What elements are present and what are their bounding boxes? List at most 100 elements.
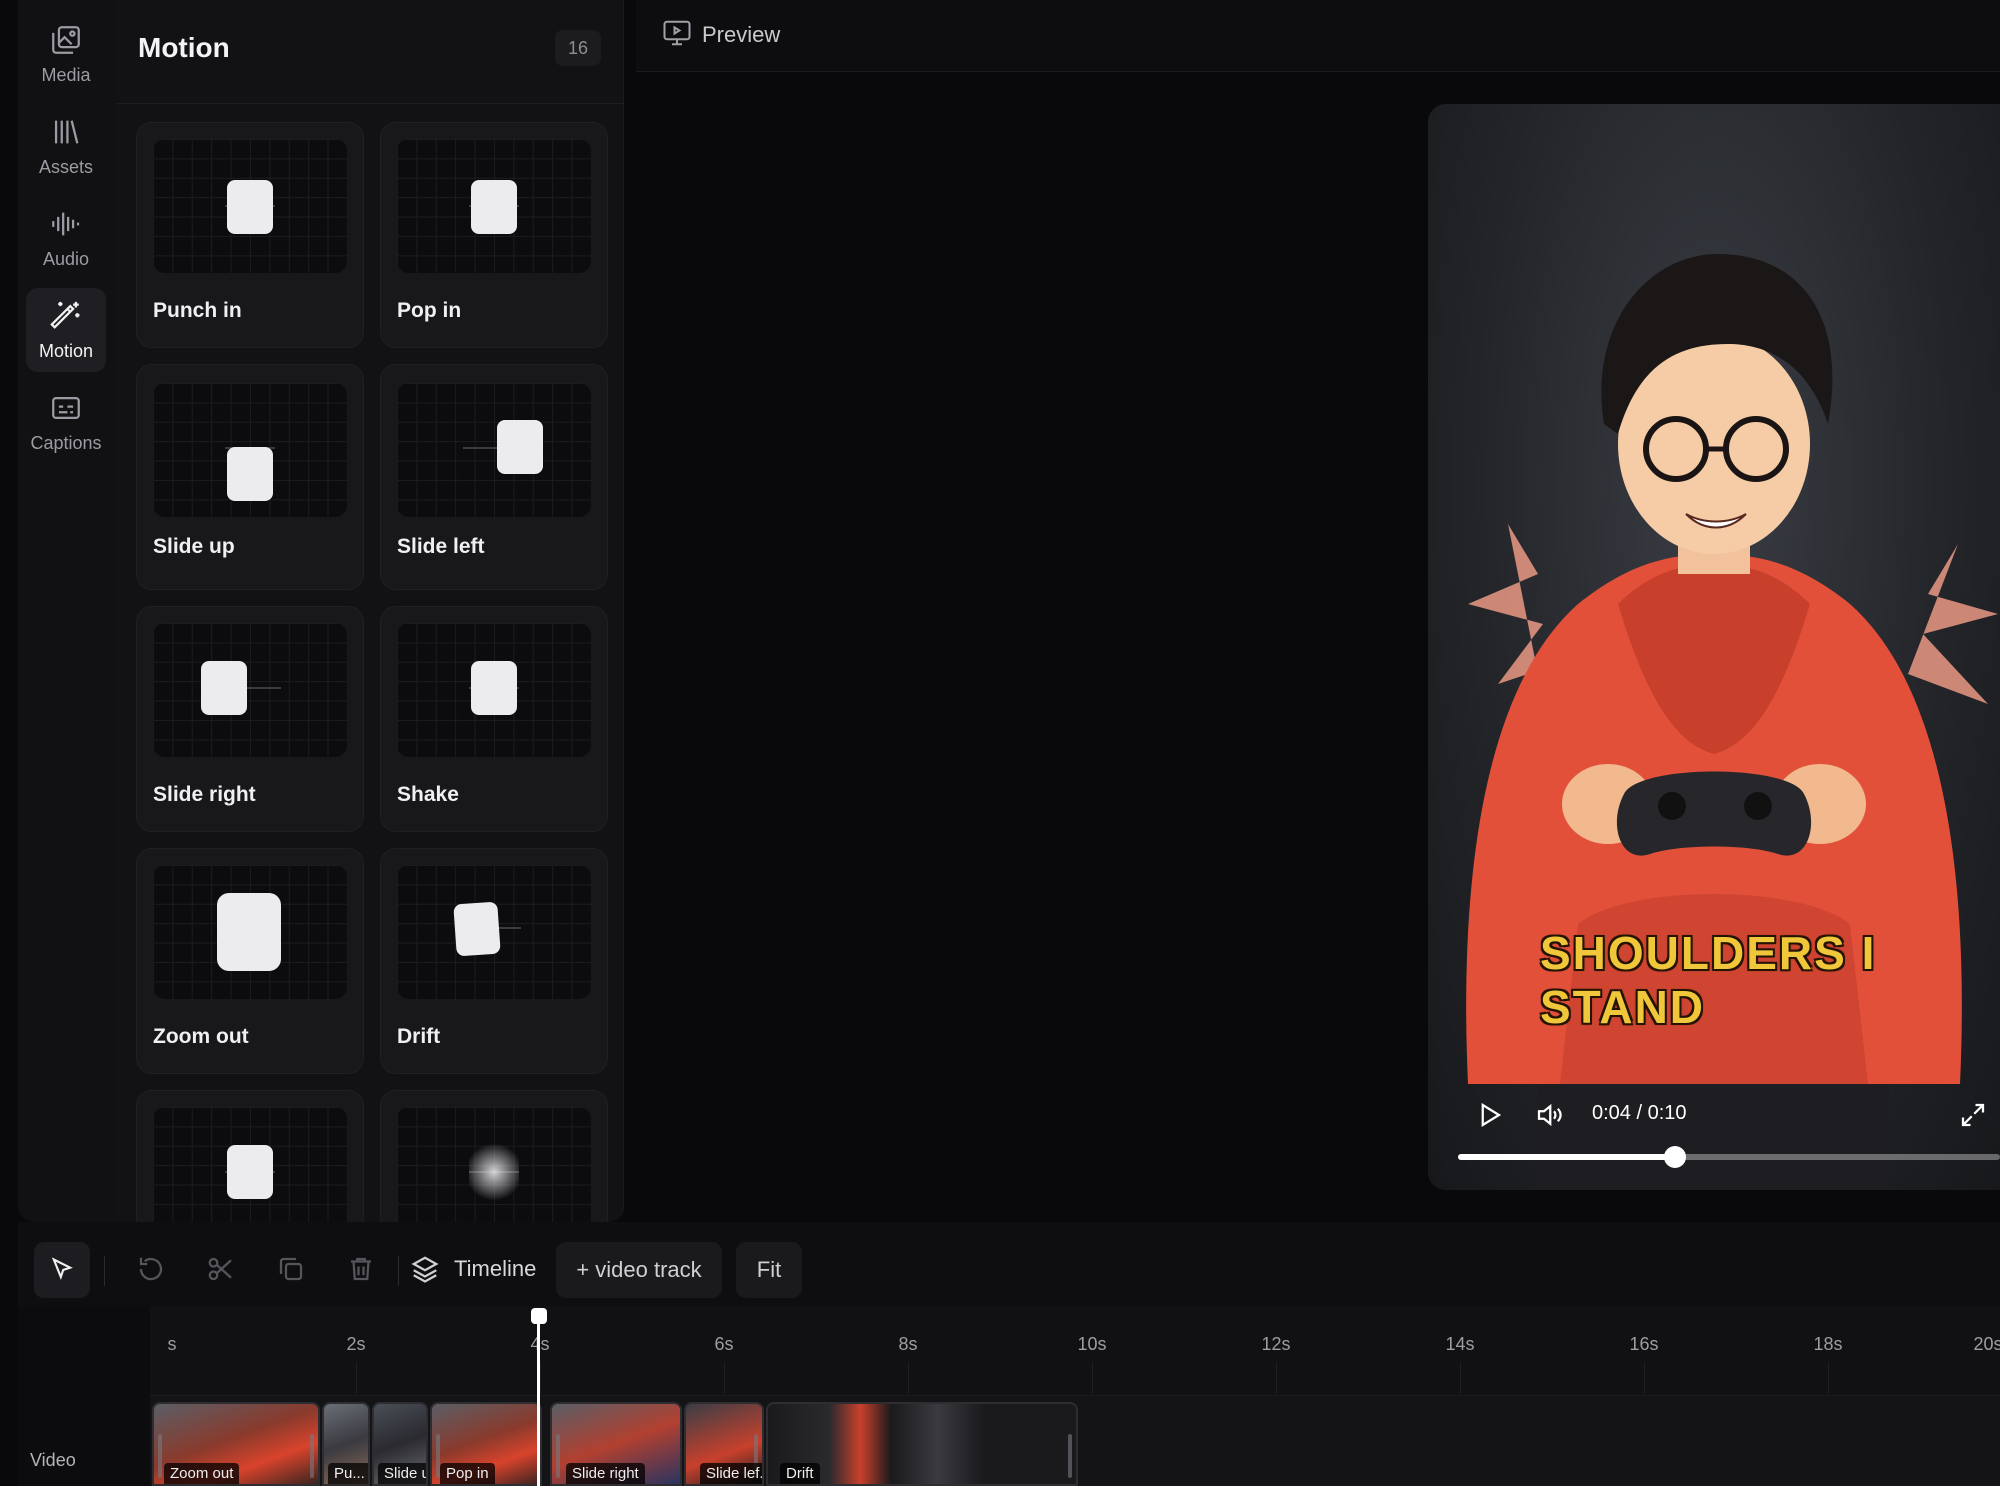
playhead-handle[interactable] xyxy=(531,1308,547,1324)
timeline-clip[interactable]: Zoom out xyxy=(152,1402,320,1486)
toolbar-divider xyxy=(398,1256,399,1286)
motion-panel: Motion 16 Punch in Pop in Slide up Slide… xyxy=(116,0,624,1222)
motion-preview-shake xyxy=(397,623,591,757)
add-video-track-button[interactable]: + video track xyxy=(556,1242,722,1298)
motion-preview-slide-left xyxy=(397,383,591,517)
fit-button[interactable]: Fit xyxy=(736,1242,802,1298)
playback-time: 0:04 / 0:10 xyxy=(1592,1102,1687,1124)
ruler-tick-mark xyxy=(724,1362,725,1394)
clip-trim-handle[interactable] xyxy=(310,1434,314,1478)
ruler-tick-label: 18s xyxy=(1813,1334,1843,1354)
playhead[interactable] xyxy=(537,1310,540,1486)
scissors-icon[interactable] xyxy=(206,1254,236,1284)
ruler-tick-label: 16s xyxy=(1629,1334,1659,1354)
ruler-tick-label: 20s xyxy=(1973,1334,2000,1354)
motion-card-drift[interactable]: Drift xyxy=(380,848,608,1074)
undo-icon[interactable] xyxy=(136,1254,166,1284)
motion-card-punch-in[interactable]: Punch in xyxy=(136,122,364,348)
motion-card-label: Shake xyxy=(397,783,459,806)
motion-card-label: Zoom out xyxy=(153,1025,249,1048)
play-icon[interactable] xyxy=(1474,1100,1504,1130)
waveform-icon xyxy=(52,212,80,235)
ruler-tick-mark xyxy=(1460,1362,1461,1394)
clip-label: Pu... xyxy=(328,1463,368,1484)
fullscreen-icon[interactable] xyxy=(1958,1100,1988,1130)
layers-icon xyxy=(411,1256,439,1283)
captions-icon xyxy=(52,396,80,419)
ruler-tick-mark xyxy=(356,1362,357,1394)
motion-grid: Punch in Pop in Slide up Slide left Slid… xyxy=(136,122,608,1222)
motion-card-slide-up[interactable]: Slide up xyxy=(136,364,364,590)
seek-progress xyxy=(1458,1154,1675,1160)
track-header: Video xyxy=(18,1306,150,1486)
motion-card[interactable] xyxy=(136,1090,364,1222)
motion-card-slide-right[interactable]: Slide right xyxy=(136,606,364,832)
rail-item-label: Media xyxy=(41,64,91,85)
timeline-clip[interactable]: Pu... xyxy=(322,1402,370,1486)
timeline-clip[interactable]: Slide right xyxy=(550,1402,682,1486)
clip-trim-handle[interactable] xyxy=(158,1434,162,1478)
motion-card-pop-in[interactable]: Pop in xyxy=(380,122,608,348)
motion-preview-punch-in xyxy=(153,139,347,273)
motion-preview-slide-right xyxy=(153,623,347,757)
seek-bar[interactable] xyxy=(1458,1146,2000,1168)
magic-wand-icon xyxy=(50,301,80,329)
ruler-tick-label: 2s xyxy=(346,1334,366,1354)
rail-item-motion[interactable]: Motion xyxy=(26,288,106,372)
motion-card-zoom-out[interactable]: Zoom out xyxy=(136,848,364,1074)
clip-label: Pop in xyxy=(440,1463,495,1484)
panel-title: Motion xyxy=(138,32,230,63)
editor-app: Media Assets Audio Motion Captions Motio… xyxy=(0,0,2000,1486)
video-caption: SHOULDERS I STAND xyxy=(1540,927,1877,1033)
preview-header: Preview xyxy=(636,0,2000,72)
trash-icon[interactable] xyxy=(346,1254,376,1284)
rail-item-captions[interactable]: Captions xyxy=(26,380,106,464)
clip-label: Slide lef... xyxy=(700,1463,762,1484)
library-icon xyxy=(54,119,79,144)
ruler-tick-mark xyxy=(1644,1362,1645,1394)
clip-trim-handle[interactable] xyxy=(1068,1434,1072,1478)
volume-icon[interactable] xyxy=(1534,1100,1564,1130)
ruler-tick-label: 4s xyxy=(530,1334,550,1354)
motion-card-label: Slide right xyxy=(153,783,256,806)
motion-card-label: Slide left xyxy=(397,535,485,558)
time-ruler[interactable]: s 2s 4s 6s 8s 10s 12s 14s 16s 18s 20s xyxy=(150,1306,2000,1396)
ruler-tick-mark xyxy=(540,1362,541,1394)
rail-item-label: Motion xyxy=(38,340,94,361)
rail-item-media[interactable]: Media xyxy=(26,12,106,96)
ruler-tick-label: 10s xyxy=(1077,1334,1107,1354)
rail-item-assets[interactable]: Assets xyxy=(26,104,106,188)
clip-label: Slide right xyxy=(566,1463,645,1484)
clip-trim-handle[interactable] xyxy=(556,1434,560,1478)
timeline-clip[interactable]: Drift xyxy=(766,1402,1078,1486)
video-preview[interactable]: SHOULDERS I STAND 0:04 / 0:10 xyxy=(1428,104,2000,1190)
rail-item-label: Captions xyxy=(30,432,102,453)
panel-header: Motion 16 xyxy=(116,0,623,104)
ruler-tick-mark xyxy=(1276,1362,1277,1394)
rail-item-audio[interactable]: Audio xyxy=(26,196,106,280)
ruler-tick-label: 12s xyxy=(1261,1334,1291,1354)
motion-card[interactable] xyxy=(380,1090,608,1222)
timeline-clip[interactable]: Slide u... xyxy=(372,1402,428,1486)
motion-preview-drift xyxy=(397,865,591,999)
ruler-tick-mark xyxy=(1092,1362,1093,1394)
motion-card-slide-left[interactable]: Slide left xyxy=(380,364,608,590)
timeline-clip[interactable]: Slide lef... xyxy=(684,1402,764,1486)
ruler-tick-label: 6s xyxy=(714,1334,734,1354)
motion-preview-slide-up xyxy=(153,383,347,517)
ruler-tick-mark xyxy=(1828,1362,1829,1394)
duplicate-icon[interactable] xyxy=(276,1254,306,1284)
clip-label: Zoom out xyxy=(164,1463,240,1484)
motion-card-shake[interactable]: Shake xyxy=(380,606,608,832)
motion-preview xyxy=(153,1107,347,1222)
timeline-toolbar: Timeline + video track Fit xyxy=(18,1222,2000,1306)
seek-handle[interactable] xyxy=(1663,1146,1686,1168)
toolbar-divider xyxy=(104,1256,105,1286)
select-tool-button[interactable] xyxy=(34,1242,90,1298)
clip-label: Slide u... xyxy=(378,1463,426,1484)
timeline: Video s 2s 4s 6s 8s 10s 12s 14s 16s 18s … xyxy=(18,1306,2000,1486)
rail-item-label: Assets xyxy=(38,156,94,177)
ruler-tick-label: 14s xyxy=(1445,1334,1475,1354)
rail-item-label: Audio xyxy=(42,248,90,269)
timeline-clip[interactable]: Pop in xyxy=(430,1402,542,1486)
